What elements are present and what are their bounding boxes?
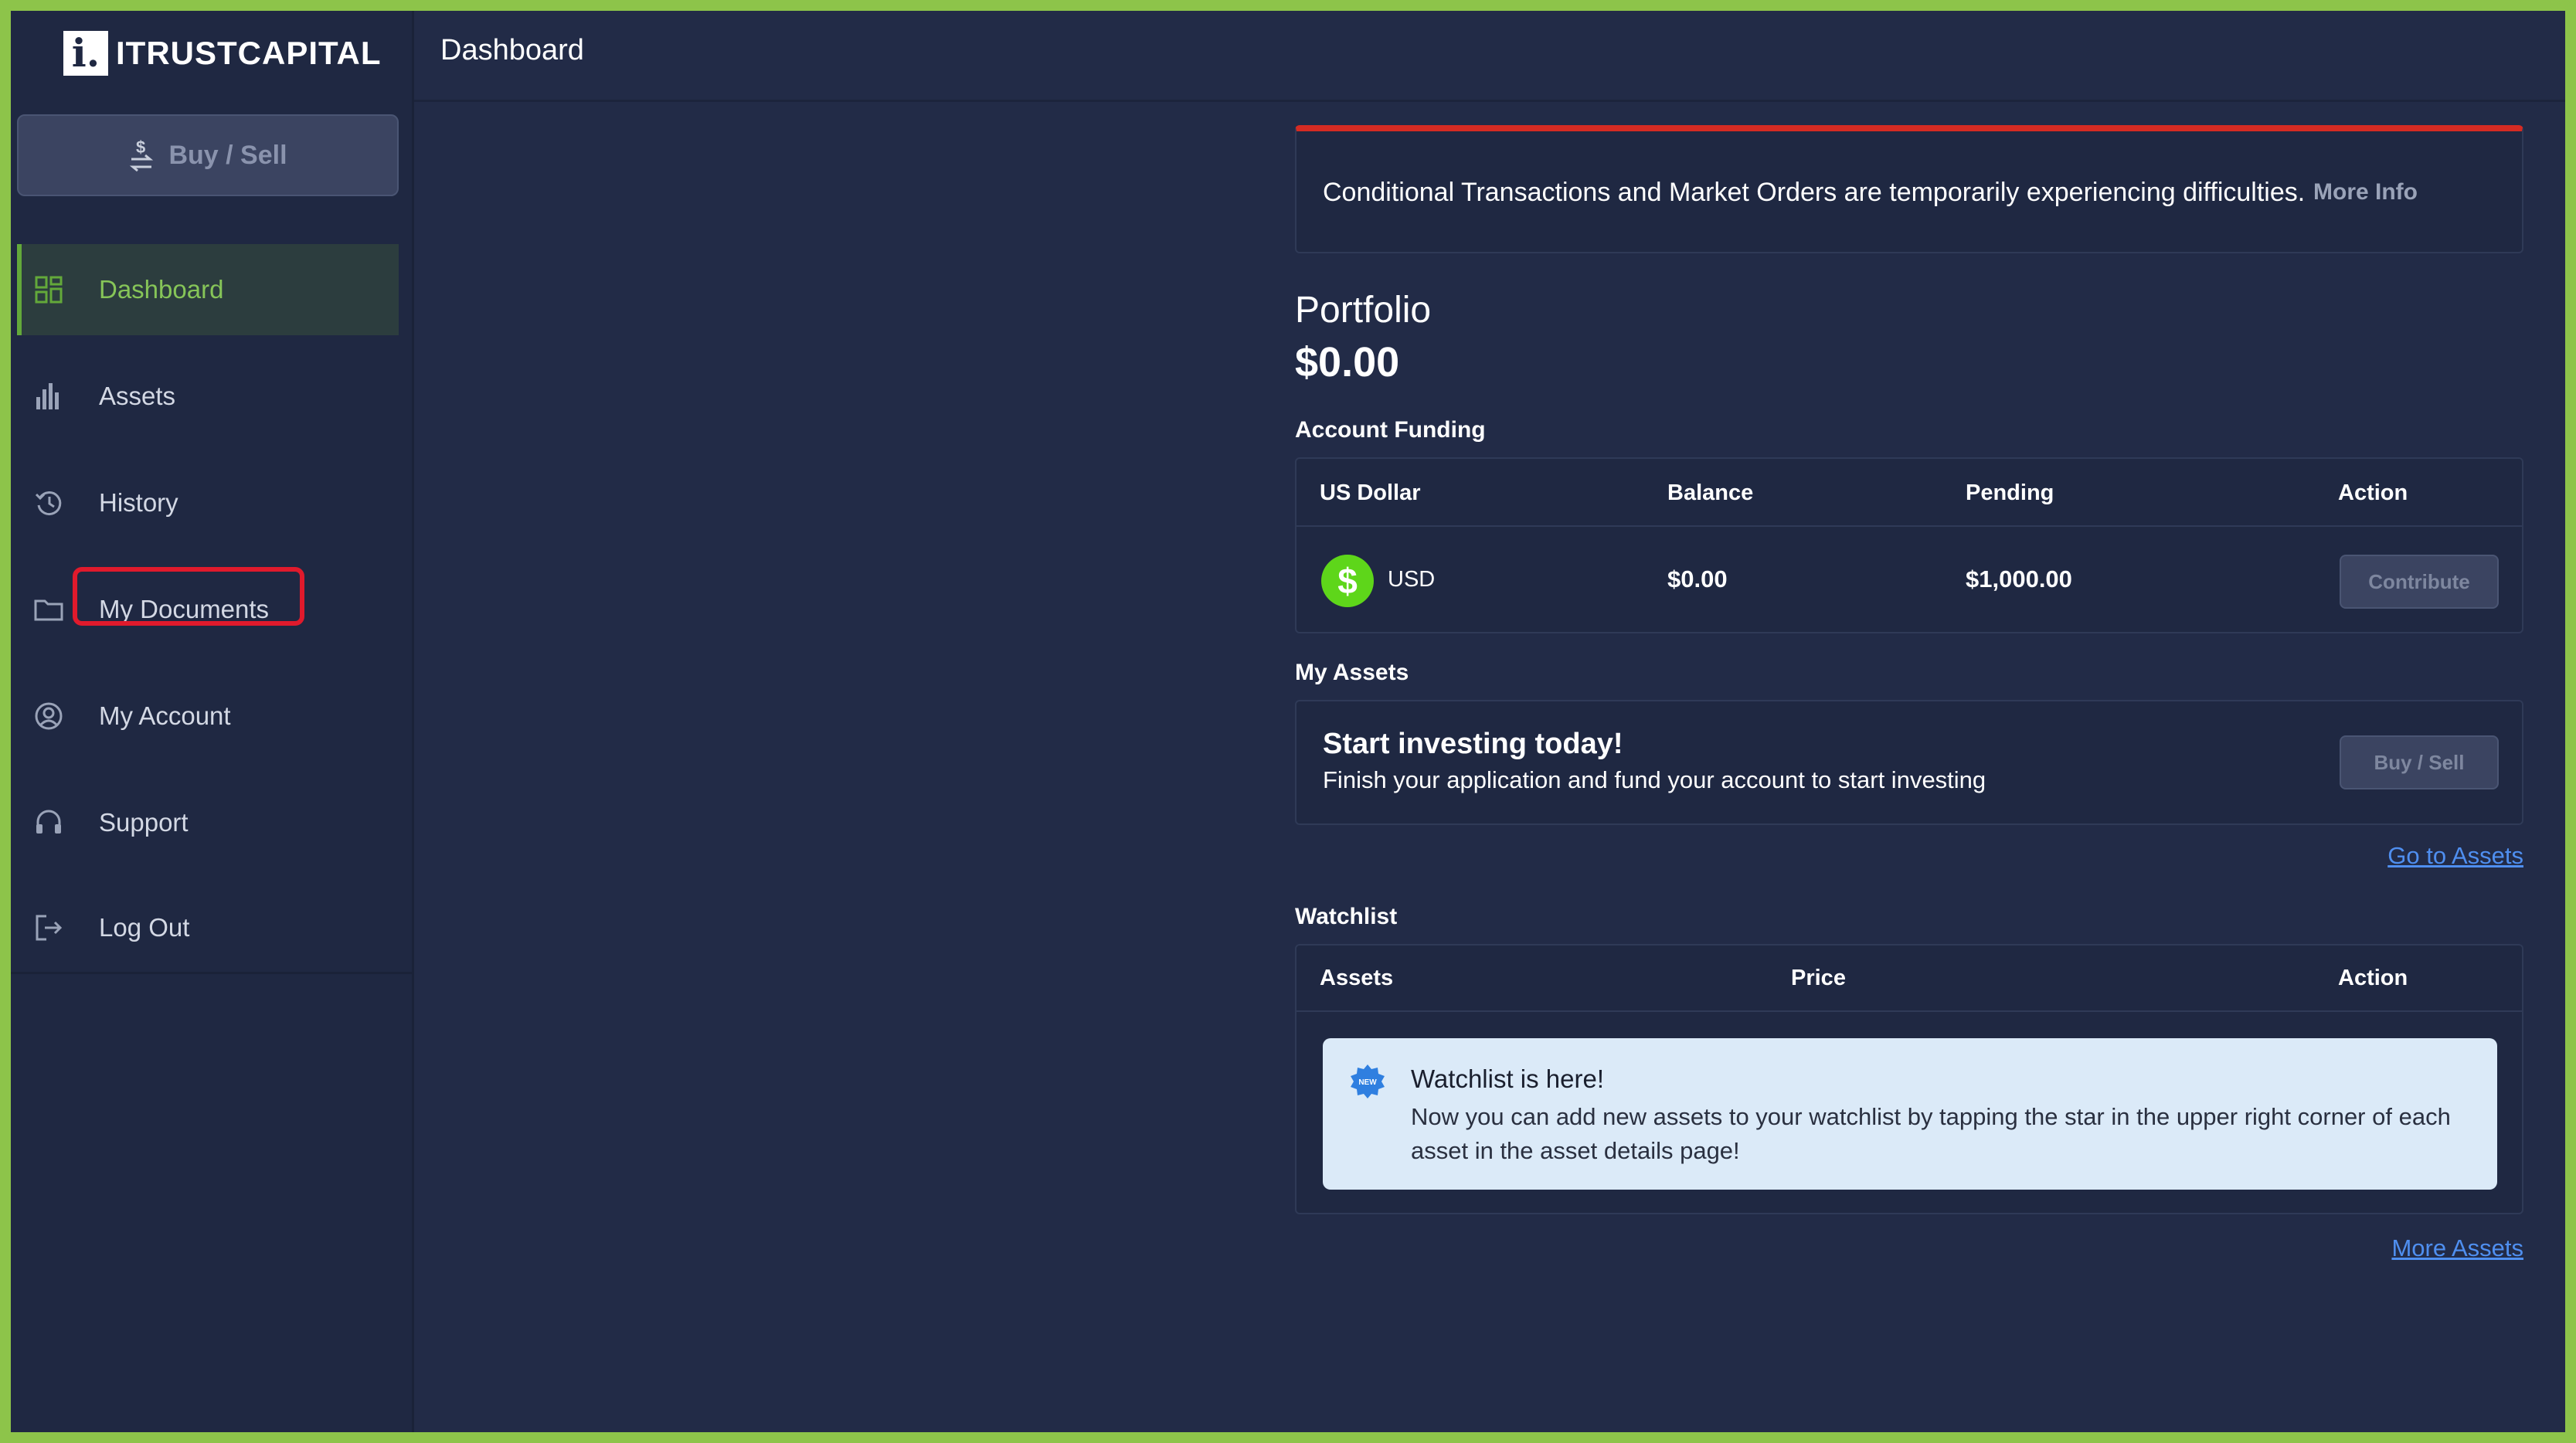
page-title: Dashboard [440, 34, 584, 66]
watchlist-table: Assets Price Action NEW Watchlist is her… [1295, 944, 2523, 1214]
sidebar-item-label: Dashboard [99, 275, 224, 304]
start-investing-title: Start investing today! [1323, 728, 1623, 760]
more-assets-link[interactable]: More Assets [2391, 1234, 2523, 1262]
column-header: Action [2338, 480, 2408, 505]
logout-icon [36, 915, 63, 941]
logo[interactable]: i. ITRUSTCAPITAL [63, 29, 382, 77]
folder-icon [34, 599, 63, 621]
pending-value: $1,000.00 [1966, 565, 2072, 592]
watchlist-info-body: Now you can add new assets to your watch… [1411, 1103, 2451, 1164]
bar-chart-icon [36, 383, 59, 409]
portfolio-value: $0.00 [1295, 339, 1400, 385]
row-divider [1296, 1010, 2522, 1012]
sidebar-item-label: Assets [99, 382, 176, 410]
column-header: Action [2338, 966, 2408, 990]
account-funding-table: US Dollar Balance Pending Action $ USD $… [1295, 457, 2523, 633]
dollar-exchange-icon: $ [130, 138, 154, 172]
portfolio-label: Portfolio [1295, 290, 1432, 331]
alert-message: Conditional Transactions and Market Orde… [1323, 178, 2306, 207]
sidebar-item-label: Log Out [99, 913, 190, 942]
sidebar-divider [11, 972, 414, 974]
contribute-button[interactable]: Contribute [2340, 555, 2499, 609]
logo-text: ITRUSTCAPITAL [116, 35, 382, 71]
sidebar-item-assets[interactable]: Assets [17, 351, 399, 442]
more-info-link[interactable]: More Info [2313, 179, 2418, 205]
column-header: Pending [1966, 480, 2054, 505]
sidebar-item-my-account[interactable]: My Account [17, 671, 399, 762]
sidebar-item-dashboard[interactable]: Dashboard [17, 244, 399, 335]
column-header: Balance [1667, 480, 1754, 505]
my-assets-card: Start investing today! Finish your appli… [1295, 700, 2523, 825]
dollar-coin-icon: $ [1321, 555, 1374, 607]
logo-mark: i. [63, 31, 108, 76]
my-assets-label: My Assets [1295, 660, 1409, 685]
top-header: Dashboard [414, 11, 2565, 102]
watchlist-info-title: Watchlist is here! [1411, 1064, 1605, 1093]
sidebar-buy-sell-button[interactable]: $ Buy / Sell [17, 114, 399, 196]
watchlist-label: Watchlist [1295, 904, 1398, 929]
new-badge-icon: NEW [1351, 1064, 1385, 1098]
balance-value: $0.00 [1667, 565, 1728, 592]
headset-icon [36, 810, 61, 834]
sidebar-item-label: Support [99, 808, 189, 837]
sidebar-buy-sell-label: Buy / Sell [168, 140, 287, 170]
highlight-annotation [73, 567, 304, 626]
currency-code: USD [1388, 567, 1436, 592]
sidebar-item-log-out[interactable]: Log Out [17, 882, 399, 973]
sidebar-item-label: My Account [99, 701, 231, 730]
column-header: US Dollar [1320, 480, 1421, 505]
grid-icon [35, 276, 63, 304]
account-funding-label: Account Funding [1295, 417, 1486, 443]
sidebar: i. ITRUSTCAPITAL $ Buy / Sell Dashboard [11, 11, 414, 1432]
buy-sell-button[interactable]: Buy / Sell [2340, 735, 2499, 789]
app-window: i. ITRUSTCAPITAL $ Buy / Sell Dashboard [11, 11, 2565, 1432]
column-header: Price [1791, 966, 1846, 990]
new-badge-text: NEW [1358, 1078, 1377, 1087]
row-divider [1296, 525, 2522, 527]
user-circle-icon [35, 702, 63, 730]
column-header: Assets [1320, 966, 1394, 990]
alert-banner: Conditional Transactions and Market Orde… [1295, 125, 2523, 253]
watchlist-info-box: NEW Watchlist is here! Now you can add n… [1323, 1038, 2497, 1190]
start-investing-subtitle: Finish your application and fund your ac… [1323, 766, 1986, 793]
history-icon [35, 491, 62, 516]
svg-text:$: $ [136, 138, 145, 157]
go-to-assets-link[interactable]: Go to Assets [2387, 842, 2523, 870]
sidebar-item-label: History [99, 488, 178, 517]
sidebar-item-support[interactable]: Support [17, 777, 399, 868]
sidebar-item-history[interactable]: History [17, 457, 399, 548]
